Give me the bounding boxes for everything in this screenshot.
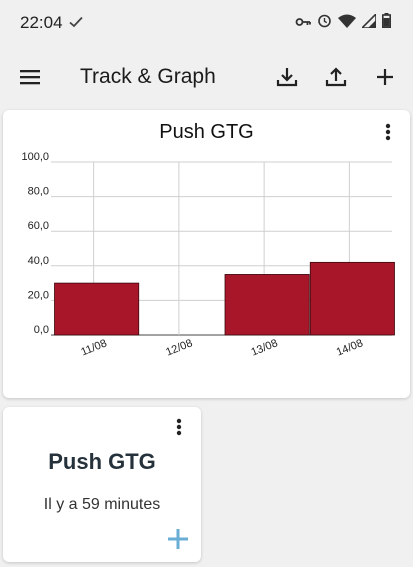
tracker-card[interactable]: Push GTG Il y a 59 minutes	[3, 407, 201, 562]
add-icon[interactable]	[165, 526, 191, 552]
graph-title: Push GTG	[159, 121, 254, 143]
status-left: 22:04	[20, 13, 83, 33]
more-vert-icon[interactable]	[169, 415, 189, 439]
check-icon	[68, 13, 83, 33]
app-title: Track & Graph	[80, 65, 216, 88]
y-tick-label: 0,0	[34, 324, 49, 336]
y-tick-label: 40,0	[28, 255, 49, 267]
status-bar: 22:04	[0, 0, 413, 46]
download-icon[interactable]	[271, 61, 303, 93]
y-tick-label: 100,0	[21, 151, 49, 163]
upload-icon[interactable]	[320, 61, 352, 93]
x-tick-label: 12/08	[164, 337, 194, 358]
more-vert-icon[interactable]	[378, 120, 398, 144]
menu-icon[interactable]	[14, 61, 46, 93]
x-tick-label: 11/08	[79, 337, 108, 358]
signal-icon	[360, 12, 377, 33]
status-icons	[295, 12, 392, 33]
x-tick-label: 14/08	[335, 337, 365, 358]
y-tick-label: 80,0	[28, 186, 49, 198]
x-tick-label: 13/08	[249, 337, 279, 358]
bar	[54, 282, 140, 336]
app-actions	[271, 61, 401, 93]
bar-chart: 0,0 20,0 40,0 60,0 80,0 100,0 11/08 12/08 13/08 1…	[21, 151, 395, 359]
wifi-icon	[338, 13, 356, 33]
tracker-name: Push GTG	[48, 449, 156, 474]
app-bar: Track & Graph	[0, 46, 413, 108]
y-tick-label: 20,0	[28, 289, 49, 301]
status-time: 22:04	[20, 13, 63, 32]
bar	[224, 274, 310, 336]
tracker-last-logged: Il y a 59 minutes	[43, 496, 161, 513]
battery-icon	[382, 13, 392, 33]
bar	[309, 261, 395, 336]
graph-card[interactable]: Push GTG 0,0 20,0 40,0 60,0 80,0 100,0 11/08 12…	[3, 110, 410, 398]
y-tick-label: 60,0	[28, 220, 49, 232]
add-icon[interactable]	[369, 61, 401, 93]
alarm-icon	[317, 13, 332, 33]
key-icon	[295, 13, 311, 33]
